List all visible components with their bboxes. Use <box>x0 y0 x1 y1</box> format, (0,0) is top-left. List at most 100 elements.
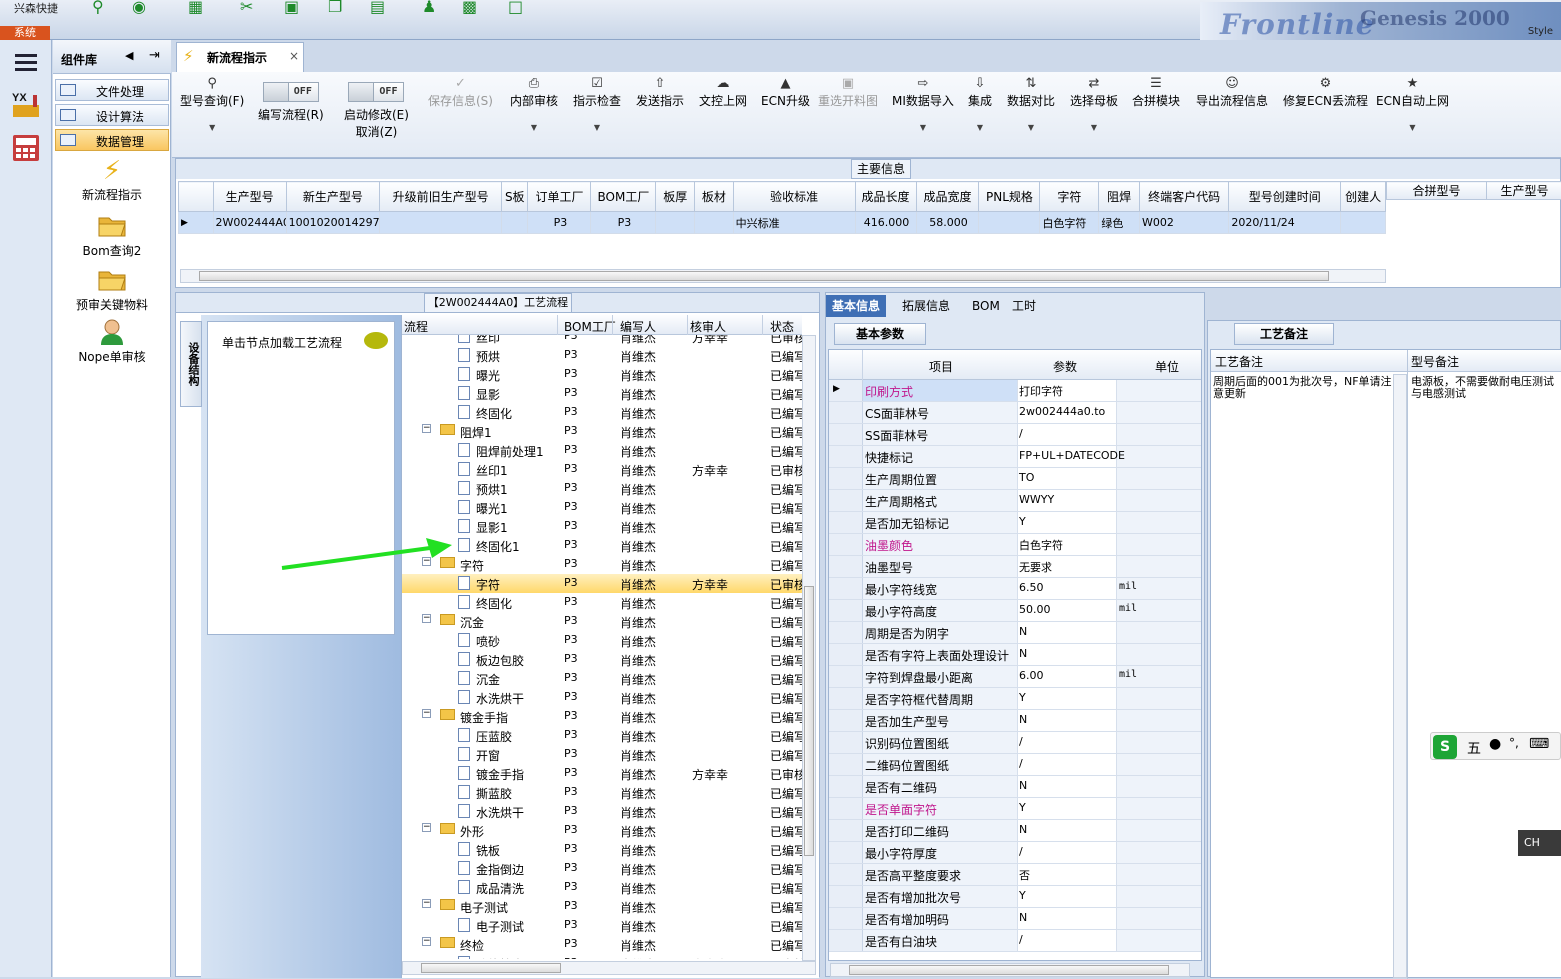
main-cell[interactable]: 10010200142973 <box>286 212 379 234</box>
main-col-header[interactable]: 生产型号 <box>213 182 286 212</box>
param-val[interactable]: / <box>1019 735 1023 748</box>
main-col-header[interactable]: 板厚 <box>656 182 695 212</box>
tree-row[interactable]: 铣板P3肖维杰已编写 <box>402 840 802 859</box>
tree-row[interactable]: −外形P3肖维杰已编写 <box>402 821 802 840</box>
param-row[interactable]: 是否有字符上表面处理设计N <box>829 644 1202 666</box>
style-menu[interactable]: Style <box>1528 26 1553 37</box>
tree-row[interactable]: 字符P3肖维杰方幸幸已审核 <box>402 574 802 593</box>
param-row[interactable]: 周期是否为阴字N <box>829 622 1202 644</box>
doc-online-button[interactable]: ☁文控上网 <box>699 76 747 109</box>
tree-row[interactable]: 板边包胶P3肖维杰已编写 <box>402 650 802 669</box>
param-row[interactable]: 识别码位置图纸/ <box>829 732 1202 754</box>
grid-icon[interactable]: ▦ <box>188 0 210 16</box>
language-indicator[interactable]: CH <box>1518 830 1561 856</box>
write-process-toggle[interactable]: OFF编写流程(R) <box>258 76 324 123</box>
scroll-thumb[interactable] <box>421 963 561 973</box>
integrate-button[interactable]: ⇩集成▼ <box>968 76 992 132</box>
tree-row[interactable]: 曝光P3肖维杰已编写 <box>402 365 802 384</box>
param-unit[interactable]: mil <box>1119 669 1137 680</box>
tree-row[interactable]: 电子测试P3肖维杰已编写 <box>402 916 802 935</box>
param-val[interactable]: 6.50 <box>1019 581 1044 594</box>
param-val[interactable]: N <box>1019 625 1027 638</box>
table-row[interactable]: ▶2W002444A010010200142973P3P3中兴标准416.000… <box>179 212 1386 234</box>
tree-row[interactable]: 水洗烘干P3肖维杰已编写 <box>402 688 802 707</box>
tree-row[interactable]: 终固化P3肖维杰已编写 <box>402 403 802 422</box>
main-cell[interactable]: 58.000 <box>916 212 979 234</box>
main-cell[interactable]: 2020/11/24 <box>1229 212 1341 234</box>
param-val[interactable]: / <box>1019 757 1023 770</box>
scroll-thumb[interactable] <box>849 965 1169 975</box>
tree-row[interactable]: 压蓝胶P3肖维杰已编写 <box>402 726 802 745</box>
param-val[interactable]: 50.00 <box>1019 603 1051 616</box>
main-col-header[interactable]: BOM工厂 <box>591 182 656 212</box>
tree-row[interactable]: 撕蓝胶P3肖维杰已编写 <box>402 783 802 802</box>
tree-row[interactable]: 曝光1P3肖维杰已编写 <box>402 498 802 517</box>
main-cell[interactable] <box>695 212 734 234</box>
param-row[interactable]: 是否字符框代替周期Y <box>829 688 1202 710</box>
tree-row[interactable]: −终检P3肖维杰已编写 <box>402 935 802 954</box>
close-icon[interactable]: × <box>289 49 299 63</box>
merge-module-button[interactable]: ☰合拼模块 <box>1132 76 1180 109</box>
param-row[interactable]: 二维码位置图纸/ <box>829 754 1202 776</box>
system-button[interactable]: 系统 <box>0 26 50 40</box>
param-row[interactable]: 是否有增加批次号Y <box>829 886 1202 908</box>
tab-basic-info[interactable]: 基本信息 <box>826 295 886 317</box>
internal-review-button[interactable]: ⎙内部审核▼ <box>510 76 558 132</box>
cancel-label[interactable]: 取消(Z) <box>344 123 409 140</box>
main-col-header[interactable]: 终端客户代码 <box>1139 182 1228 212</box>
main-col-header[interactable]: PNL规格 <box>979 182 1040 212</box>
scroll-thumb[interactable] <box>804 586 814 856</box>
export-process-info-button[interactable]: ☺导出流程信息 <box>1196 76 1268 109</box>
main-cell[interactable] <box>656 212 695 234</box>
tree-row[interactable]: 功能检查P3肖维杰方幸幸已审核 <box>402 954 802 959</box>
param-val[interactable]: Y <box>1019 691 1026 704</box>
param-row[interactable]: 生产周期位置TO <box>829 468 1202 490</box>
param-val[interactable]: 无要求 <box>1019 559 1052 575</box>
tab-bom[interactable]: BOM <box>966 295 1006 317</box>
main-cell[interactable] <box>380 212 502 234</box>
param-row[interactable]: 是否有增加明码N <box>829 908 1202 930</box>
main-cell[interactable] <box>502 212 528 234</box>
main-col-header[interactable]: 新生产型号 <box>286 182 379 212</box>
tree-vscroll[interactable] <box>802 335 816 961</box>
param-row[interactable]: SS面菲林号/ <box>829 424 1202 446</box>
merge-col-header[interactable]: 生产型号 <box>1487 182 1561 200</box>
comp-item-file-processing[interactable]: 文件处理 <box>55 79 169 101</box>
param-val[interactable]: 2w002444a0.to <box>1019 405 1105 418</box>
tab-extended-info[interactable]: 拓展信息 <box>896 295 956 317</box>
tree-row[interactable]: 预烘1P3肖维杰已编写 <box>402 479 802 498</box>
param-row[interactable]: 是否打印二维码N <box>829 820 1202 842</box>
param-row[interactable]: 最小字符高度50.00mil <box>829 600 1202 622</box>
collapse-toggle-icon[interactable]: − <box>422 937 431 946</box>
ime-toolbar[interactable]: S 五 ● °, ⌨ <box>1430 732 1561 760</box>
tree-col-header[interactable]: 状态 <box>770 318 794 335</box>
main-cell[interactable]: 中兴标准 <box>733 212 855 234</box>
param-row[interactable]: 快捷标记FP+UL+DATECODE <box>829 446 1202 468</box>
scroll-thumb[interactable] <box>199 271 1329 281</box>
tree-row[interactable]: −镀金手指P3肖维杰已编写 <box>402 707 802 726</box>
collapse-left-icon[interactable]: ◀ <box>125 49 133 62</box>
main-col-header[interactable]: 订单工厂 <box>528 182 591 212</box>
tree-row[interactable]: 丝印1P3肖维杰方幸幸已审核 <box>402 460 802 479</box>
main-col-header[interactable]: 成品宽度 <box>916 182 979 212</box>
tree-row[interactable]: 丝印P3肖维杰方幸幸已审核 <box>402 335 802 346</box>
merge-col-header[interactable]: 合拼型号 <box>1387 182 1487 200</box>
param-row[interactable]: 是否加无铅标记Y <box>829 512 1202 534</box>
search-icon[interactable]: ⚲ <box>92 0 114 16</box>
model-note-text[interactable]: 电源板，不需要做耐电压测试与电感测试 <box>1411 376 1561 400</box>
param-val[interactable]: N <box>1019 779 1027 792</box>
window-icon[interactable]: □ <box>508 0 530 16</box>
main-cell[interactable]: W002 <box>1139 212 1228 234</box>
save-info-button[interactable]: ✓保存信息(S) <box>428 76 493 109</box>
param-val[interactable]: 6.00 <box>1019 669 1044 682</box>
param-val[interactable]: TO <box>1019 471 1034 484</box>
tree-col-header[interactable]: BOM工厂 <box>564 318 616 335</box>
reselect-cutting-button[interactable]: ▣重选开料图 <box>818 76 878 109</box>
tree-row[interactable]: −阻焊1P3肖维杰已编写 <box>402 422 802 441</box>
main-col-header[interactable]: 验收标准 <box>733 182 855 212</box>
new-process-instruction[interactable]: ⚡新流程指示 <box>53 156 171 203</box>
param-val[interactable]: N <box>1019 647 1027 660</box>
main-cell[interactable]: 2W002444A0 <box>213 212 286 234</box>
send-instruction-button[interactable]: ⇧发送指示 <box>636 76 684 109</box>
main-info-hscroll[interactable] <box>180 269 1386 283</box>
